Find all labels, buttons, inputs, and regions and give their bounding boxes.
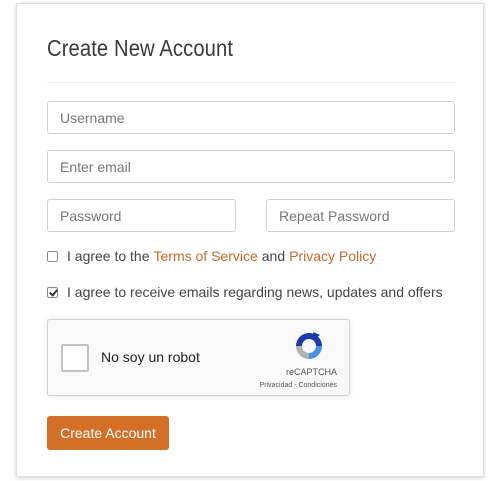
emails-checkbox[interactable] (47, 286, 58, 298)
recaptcha-widget: No soy un robot reCAPTCHA Privacidad - C… (47, 319, 350, 396)
email-input[interactable] (47, 150, 455, 183)
recaptcha-links[interactable]: Privacidad - Condiciones (260, 382, 337, 389)
repeat-password-input[interactable] (266, 199, 455, 232)
recaptcha-brand: reCAPTCHA (285, 367, 337, 377)
recaptcha-logo-icon (296, 332, 322, 359)
emails-consent-label: I agree to receive emails regarding news… (67, 284, 443, 300)
emails-row: I agree to receive emails regarding news… (47, 284, 443, 300)
password-input[interactable] (47, 199, 236, 232)
terms-row: I agree to the Terms of Service and Priv… (47, 248, 380, 264)
terms-prefix-text: I agree to the (67, 248, 150, 264)
recaptcha-label: No soy un robot (101, 349, 200, 365)
create-account-button[interactable]: Create Account (47, 416, 169, 450)
username-input[interactable] (47, 101, 455, 134)
page-title: Create New Account (47, 35, 234, 61)
recaptcha-checkbox[interactable] (61, 344, 89, 372)
privacy-policy-link[interactable]: Privacy Policy (289, 248, 376, 264)
title-divider (47, 82, 455, 83)
terms-of-service-link[interactable]: Terms of Service (154, 248, 258, 264)
signup-card: Create New Account I agree to the Terms … (16, 3, 484, 477)
terms-and-text: and (261, 248, 286, 264)
terms-checkbox[interactable] (47, 250, 58, 262)
